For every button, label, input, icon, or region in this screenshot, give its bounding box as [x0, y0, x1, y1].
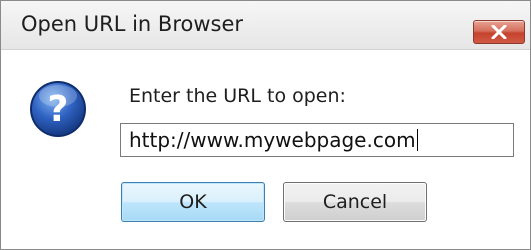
close-button[interactable]	[473, 20, 525, 44]
url-prompt-label: Enter the URL to open:	[129, 85, 346, 107]
question-mark-icon: ?	[30, 81, 86, 137]
dialog-body: ? Enter the URL to open: http://www.mywe…	[1, 50, 530, 249]
url-input[interactable]: http://www.mywebpage.com	[120, 123, 514, 157]
dialog-title: Open URL in Browser	[21, 12, 244, 36]
cancel-button[interactable]: Cancel	[283, 182, 427, 222]
text-caret	[416, 129, 418, 151]
ok-button[interactable]: OK	[121, 182, 265, 222]
url-input-value[interactable]: http://www.mywebpage.com	[129, 128, 418, 152]
close-x-icon	[491, 25, 507, 39]
svg-text:?: ?	[48, 89, 69, 130]
title-bar[interactable]: Open URL in Browser	[1, 1, 530, 50]
open-url-dialog: Open URL in Browser ? Enter the URL to o…	[0, 0, 531, 250]
